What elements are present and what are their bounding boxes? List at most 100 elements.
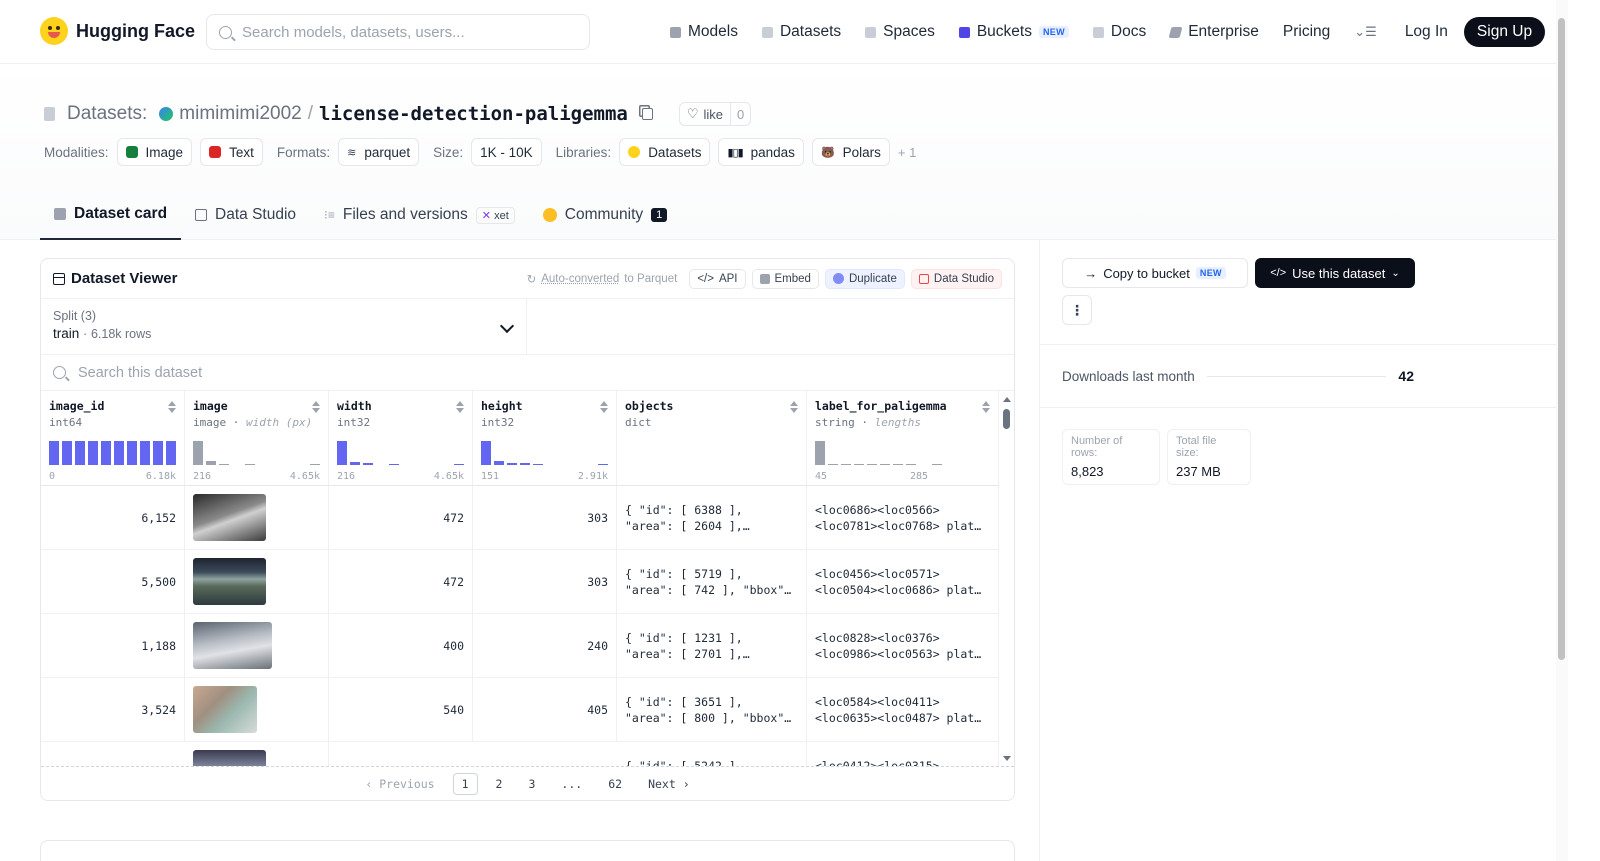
table-row[interactable]: 3,524 540 405 { "id": [ 3651 ], "area": … xyxy=(41,678,1014,742)
image-thumbnail[interactable] xyxy=(193,686,257,733)
scroll-thumb[interactable] xyxy=(1003,409,1010,429)
code-icon: </> xyxy=(1270,267,1287,279)
cell-image[interactable] xyxy=(185,486,329,549)
duplicate-button[interactable]: Duplicate xyxy=(824,268,905,289)
column-header-image[interactable]: image image · width (px) 216 4.65k xyxy=(185,391,329,485)
previous-page[interactable]: ‹ Previous xyxy=(357,774,442,794)
polars-icon: 🐻 xyxy=(820,146,835,159)
dataset-search-input[interactable] xyxy=(78,364,478,381)
column-header-height[interactable]: height int32 151 2.91k xyxy=(473,391,617,485)
column-header-objects[interactable]: objects dict xyxy=(617,391,807,485)
api-button[interactable]: </> API xyxy=(689,268,746,289)
table-row[interactable]: 5,500 472 303 { "id": [ 5719 ], "area": … xyxy=(41,550,1014,614)
image-thumbnail[interactable] xyxy=(193,622,272,669)
tag-pandas[interactable]: ▮▯▮ pandas xyxy=(718,138,804,166)
tag-image[interactable]: Image xyxy=(116,138,193,166)
nav-links: Models Datasets Spaces Buckets NEW Docs E… xyxy=(670,0,1546,64)
tab-dataset-card[interactable]: Dataset card xyxy=(40,190,182,240)
sort-icon[interactable] xyxy=(600,401,608,413)
more-options-button[interactable]: ⋮ xyxy=(1062,295,1092,325)
nav-spaces[interactable]: Spaces xyxy=(865,23,935,41)
more-libraries[interactable]: + 1 xyxy=(898,145,916,160)
embed-button[interactable]: Embed xyxy=(751,268,819,289)
sort-icon[interactable] xyxy=(312,401,320,413)
image-thumbnail[interactable] xyxy=(193,750,266,767)
cell-width: 400 xyxy=(329,614,473,677)
tag-text[interactable]: Text xyxy=(200,138,263,166)
cell-image[interactable] xyxy=(185,742,329,767)
page-2[interactable]: 2 xyxy=(488,774,511,794)
tag-polars[interactable]: 🐻 Polars xyxy=(811,138,890,166)
use-this-dataset-button[interactable]: </> Use this dataset ⌄ xyxy=(1255,258,1415,288)
like-button[interactable]: ♡ like 0 xyxy=(678,102,752,126)
signup-button[interactable]: Sign Up xyxy=(1463,17,1546,47)
page-scroll-thumb[interactable] xyxy=(1558,18,1565,660)
sort-icon[interactable] xyxy=(456,401,464,413)
column-header-label[interactable]: label_for_paligemma string · lengths 45 2… xyxy=(807,391,999,485)
nav-datasets[interactable]: Datasets xyxy=(761,23,841,41)
user-link[interactable]: mimimimi2002 xyxy=(179,103,301,125)
image-thumbnail[interactable] xyxy=(193,558,266,605)
page-3[interactable]: 3 xyxy=(520,774,543,794)
tab-data-studio[interactable]: Data Studio xyxy=(181,190,310,240)
scroll-up-icon[interactable] xyxy=(1003,397,1011,402)
duplicate-icon xyxy=(832,273,844,284)
files-icon: ⁝≡ xyxy=(324,208,335,222)
data-studio-button[interactable]: Data Studio xyxy=(910,268,1002,289)
page-1[interactable]: 1 xyxy=(452,772,478,795)
histogram xyxy=(815,439,942,465)
table-scrollbar[interactable] xyxy=(999,391,1014,767)
auto-converted-note[interactable]: ↻ Auto-converted to Parquet xyxy=(527,272,678,286)
histogram xyxy=(481,439,608,465)
next-page[interactable]: Next › xyxy=(640,774,698,794)
table-header: image_id int64 0 6.18k image image · widt… xyxy=(41,391,1014,486)
table-row[interactable]: 6,152 472 303 { "id": [ 6388 ], "area": … xyxy=(41,486,1014,550)
table-row[interactable]: { "id": [ 5242 ], <loc0412><loc0315> xyxy=(41,742,1014,767)
scroll-down-icon[interactable] xyxy=(1003,756,1011,761)
sort-icon[interactable] xyxy=(790,401,798,413)
column-header-image-id[interactable]: image_id int64 0 6.18k xyxy=(41,391,185,485)
tab-files-and-versions[interactable]: ⁝≡ Files and versions ✕ xet xyxy=(310,190,529,240)
page-scrollbar[interactable] xyxy=(1556,0,1568,861)
libraries-label: Libraries: xyxy=(555,144,612,160)
cell-label: <loc0456><loc0571> <loc0504><loc0686> pl… xyxy=(807,550,999,613)
tag-datasets-lib[interactable]: Datasets xyxy=(619,138,711,166)
tag-parquet[interactable]: ≋ parquet xyxy=(338,138,420,166)
cell-objects: { "id": [ 1231 ], "area": [ 2701 ],… xyxy=(617,614,807,677)
global-search-input[interactable] xyxy=(242,23,562,41)
cell-image[interactable] xyxy=(185,614,329,677)
refresh-icon: ↻ xyxy=(526,273,537,286)
repo-title: Datasets: mimimimi2002 / license-detecti… xyxy=(44,102,752,126)
datasets-link[interactable]: Datasets: xyxy=(67,103,147,125)
nav-enterprise[interactable]: Enterprise xyxy=(1168,23,1259,41)
login-link[interactable]: Log In xyxy=(1405,23,1448,41)
cell-image[interactable] xyxy=(185,678,329,741)
copy-to-bucket-button[interactable]: → Copy to bucket NEW xyxy=(1062,258,1248,288)
more-menu-icon[interactable]: ⌄☰ xyxy=(1354,24,1377,40)
global-search[interactable] xyxy=(206,14,590,50)
nav-models[interactable]: Models xyxy=(670,23,738,41)
histogram xyxy=(337,439,464,465)
brand-logo[interactable]: Hugging Face xyxy=(40,17,195,45)
next-section-edge xyxy=(40,840,1015,861)
copy-icon[interactable] xyxy=(641,108,653,120)
nav-pricing[interactable]: Pricing xyxy=(1283,23,1330,41)
path-separator: / xyxy=(307,103,314,124)
cell-objects: { "id": [ 5719 ], "area": [ 742 ], "bbox… xyxy=(617,550,807,613)
repo-name[interactable]: license-detection-paligemma xyxy=(319,103,628,125)
page-62[interactable]: 62 xyxy=(600,774,630,794)
bucket-icon xyxy=(958,26,970,38)
nav-docs[interactable]: Docs xyxy=(1092,23,1146,41)
table-row[interactable]: 1,188 400 240 { "id": [ 1231 ], "area": … xyxy=(41,614,1014,678)
nav-buckets[interactable]: Buckets NEW xyxy=(958,23,1069,41)
tag-size[interactable]: 1K - 10K xyxy=(471,138,542,166)
sort-icon[interactable] xyxy=(982,401,990,413)
cell-image[interactable] xyxy=(185,550,329,613)
split-selector[interactable]: Split (3) train · 6.18k rows xyxy=(41,299,527,354)
column-header-width[interactable]: width int32 216 4.65k xyxy=(329,391,473,485)
dataset-search[interactable] xyxy=(41,355,1014,391)
cell-height: 303 xyxy=(473,550,617,613)
tab-community[interactable]: Community 1 xyxy=(529,190,682,240)
sort-icon[interactable] xyxy=(168,401,176,413)
image-thumbnail[interactable] xyxy=(193,494,266,541)
